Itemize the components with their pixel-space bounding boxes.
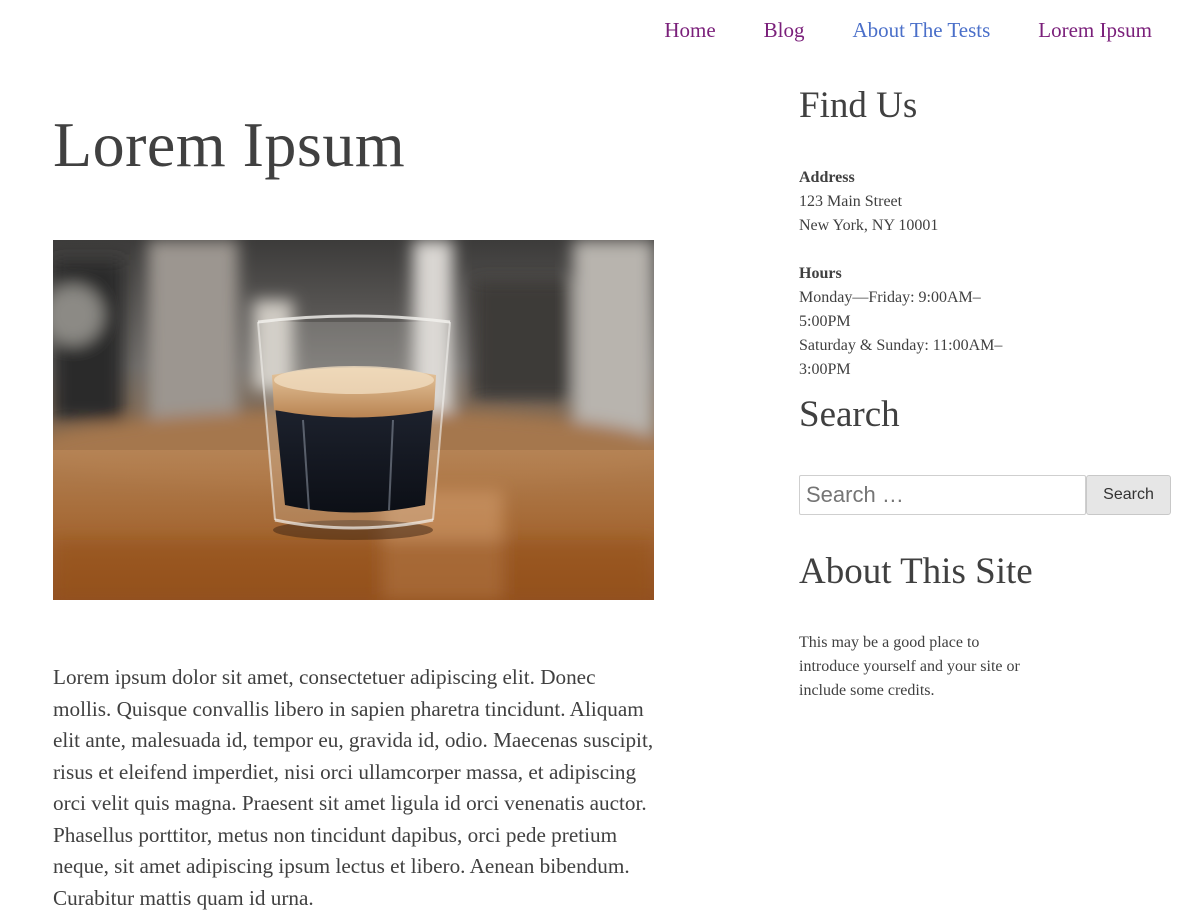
address-line-2: New York, NY 10001 — [799, 217, 939, 234]
search-form: Search — [799, 475, 1171, 515]
search-button[interactable]: Search — [1086, 475, 1171, 515]
espresso-glass-photo — [53, 240, 654, 600]
nav-link-blog[interactable]: Blog — [764, 18, 805, 43]
page-title: Lorem Ipsum — [53, 109, 406, 180]
address-line-1: 123 Main Street — [799, 193, 903, 210]
featured-image — [53, 240, 654, 600]
nav-link-lorem-ipsum[interactable]: Lorem Ipsum — [1038, 18, 1152, 43]
find-us-title: Find Us — [799, 85, 918, 126]
search-title: Search — [799, 394, 900, 435]
main-content: Lorem Ipsum Lorem ipsum dolor sit amet, … — [53, 90, 654, 910]
address-label: Address — [799, 169, 855, 186]
hours-weekend: Saturday & Sunday: 11:00AM–3:00PM — [799, 337, 1003, 378]
main-navigation: Home Blog About The Tests Lorem Ipsum — [664, 18, 1152, 43]
about-site-title: About This Site — [799, 551, 1033, 592]
find-us-widget: Address 123 Main Street New York, NY 100… — [799, 166, 1024, 406]
hours-weekdays: Monday—Friday: 9:00AM–5:00PM — [799, 289, 981, 330]
site-header: Home Blog About The Tests Lorem Ipsum — [0, 0, 1200, 70]
search-input[interactable] — [799, 475, 1086, 515]
hours-label: Hours — [799, 265, 842, 282]
entry-content: Lorem ipsum dolor sit amet, consectetuer… — [53, 665, 654, 910]
nav-link-home[interactable]: Home — [664, 18, 715, 43]
nav-link-about-the-tests[interactable]: About The Tests — [853, 18, 991, 43]
about-site-text: This may be a good place to introduce yo… — [799, 634, 1020, 699]
